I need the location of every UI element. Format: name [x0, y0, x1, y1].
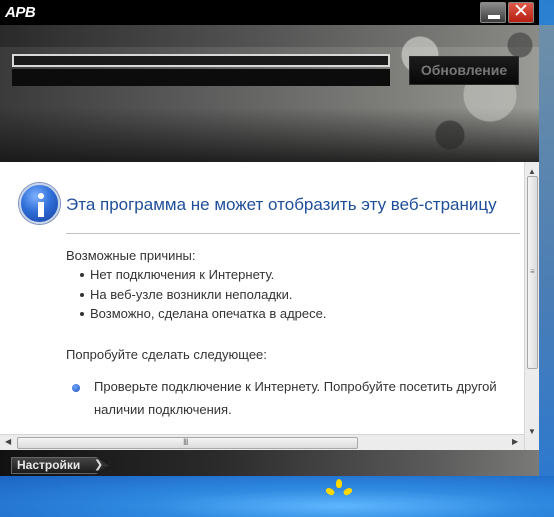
- desktop-wallpaper: [0, 476, 554, 517]
- title-bar[interactable]: APB: [0, 0, 539, 25]
- close-icon: ✕: [513, 1, 529, 22]
- scroll-right-arrow-icon[interactable]: ▶: [512, 437, 518, 446]
- grip-icon: III: [183, 437, 188, 447]
- status-field: [12, 69, 390, 86]
- horizontal-scrollbar[interactable]: III: [0, 434, 524, 450]
- vertical-scroll-thumb[interactable]: ≡: [527, 176, 538, 369]
- progress-bar: [12, 54, 390, 67]
- horizontal-scroll-thumb[interactable]: III: [17, 437, 358, 449]
- suggestion-text-cont: наличии подключения.: [94, 402, 232, 417]
- minimize-button[interactable]: [480, 2, 506, 23]
- cause-item: Нет подключения к Интернету.: [79, 267, 275, 282]
- vertical-scrollbar[interactable]: ≡: [524, 162, 539, 450]
- grip-icon: ≡: [530, 267, 535, 276]
- close-button[interactable]: ✕: [508, 2, 534, 23]
- settings-button[interactable]: Настройки ❯: [11, 457, 108, 474]
- suggestion-text: Проверьте подключение к Интернету. Попро…: [94, 379, 497, 394]
- error-title: Эта программа не может отобразить эту ве…: [66, 195, 497, 214]
- update-button[interactable]: Обновление: [409, 56, 519, 85]
- desktop-edge: [539, 25, 554, 476]
- scroll-left-arrow-icon[interactable]: ◀: [5, 437, 11, 446]
- page-content: Эта программа не может отобразить эту ве…: [0, 162, 524, 434]
- bullet-icon: [72, 384, 80, 392]
- cause-item: Возможно, сделана опечатка в адресе.: [79, 306, 327, 321]
- app-title: APB: [5, 4, 36, 21]
- scroll-down-arrow-icon[interactable]: ▼: [528, 427, 536, 436]
- title-divider: [66, 233, 520, 234]
- scroll-up-arrow-icon[interactable]: ▲: [528, 167, 536, 176]
- causes-heading: Возможные причины:: [66, 248, 196, 263]
- header-artwork: [380, 25, 539, 162]
- wallpaper-flower-icon: [324, 479, 354, 499]
- cause-item: На веб-узле возникли неполадки.: [79, 287, 293, 302]
- browser-view[interactable]: Эта программа не может отобразить эту ве…: [0, 162, 539, 450]
- info-icon: [19, 183, 60, 224]
- try-heading: Попробуйте сделать следующее:: [66, 347, 267, 362]
- settings-label: Настройки: [17, 458, 81, 472]
